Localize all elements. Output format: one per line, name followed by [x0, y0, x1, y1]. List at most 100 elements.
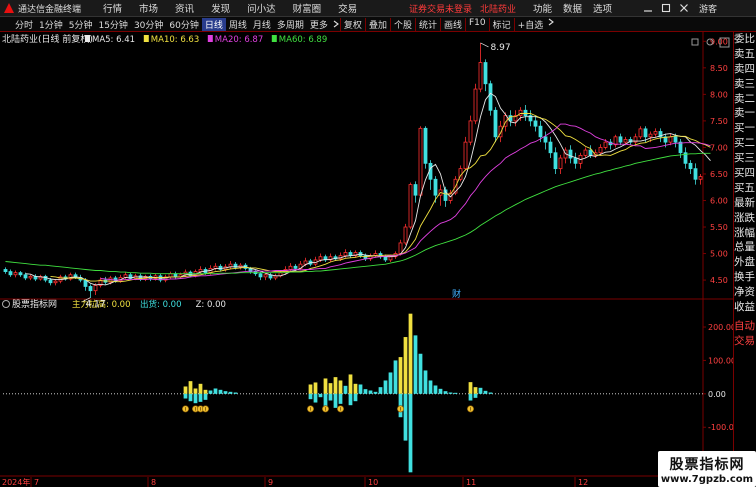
indicator-bar-chuhuo: [433, 385, 438, 394]
candlestick: [313, 256, 318, 267]
x-axis: 2024年 7 8 9 10 11 12: [2, 477, 588, 487]
y-tick-label: 0.00: [708, 390, 726, 399]
tongji-button[interactable]: 统计: [414, 17, 440, 31]
candlestick: [8, 269, 13, 277]
indicator-title[interactable]: 股票指标网: [12, 298, 57, 310]
period-5min[interactable]: 5分钟: [66, 18, 96, 31]
menu-item-shuju[interactable]: 数据: [563, 1, 582, 15]
candlestick: [68, 272, 73, 281]
candlestick: [548, 136, 553, 159]
period-more[interactable]: 更多: [307, 18, 331, 31]
candlestick: [653, 128, 658, 137]
indicator-bar-chuhuo: [348, 393, 353, 406]
diejia-button[interactable]: 叠加: [364, 17, 390, 31]
watermark-url: www.7gpzb.com: [660, 473, 754, 485]
indicator-bar-chuhuo: [218, 389, 223, 394]
indicator-settings-icon[interactable]: [2, 300, 10, 308]
indicator-bar-chuhuo: [443, 391, 448, 394]
menu-item-zixun[interactable]: 资讯: [175, 1, 194, 15]
y-tick-label: 5.00: [710, 250, 728, 259]
candlestick: [468, 115, 473, 146]
period-30min[interactable]: 30分钟: [131, 18, 166, 31]
minimize-icon[interactable]: [643, 3, 653, 13]
period-1min[interactable]: 1分钟: [36, 18, 66, 31]
kline-chart[interactable]: 9.008.508.007.507.006.506.005.505.004.50…: [0, 32, 733, 487]
legend-swatch: [271, 35, 277, 42]
candlestick: [558, 154, 563, 174]
low-price-label: 4.17: [86, 300, 106, 310]
indicator-bar-chuhuo: [313, 393, 318, 403]
period-monthly[interactable]: 月线: [250, 18, 274, 31]
period-15min[interactable]: 15分钟: [95, 18, 130, 31]
candlestick: [413, 181, 418, 203]
indicator-bar-chuhuo: [318, 393, 323, 398]
right-menu: 功能 数据 选项: [533, 1, 623, 15]
indicator-bar-lagao: [193, 388, 198, 394]
biaoji-button[interactable]: 标记: [488, 17, 514, 31]
panel-maximize-icon[interactable]: [691, 38, 699, 46]
chevron-right-icon[interactable]: [332, 20, 340, 28]
menu-item-xuanxiang[interactable]: 选项: [593, 1, 612, 15]
indicator-bar-lagao: [188, 381, 193, 394]
menu-item-shichang[interactable]: 市场: [139, 1, 158, 15]
indicator-legend-item: 出货: 0.00: [140, 299, 182, 310]
app-logo-icon: [4, 3, 14, 13]
indicator-bar-lagao: [353, 383, 358, 394]
candlestick: [613, 134, 618, 148]
coin-marker-icon: [396, 405, 404, 413]
sidebar-item[interactable]: 自动: [734, 319, 756, 334]
candlestick: [213, 263, 218, 271]
user-guest[interactable]: 游客: [699, 2, 717, 15]
indicator-bar-chuhuo: [383, 380, 388, 394]
y-tick-label: 8.00: [710, 90, 728, 99]
sidebar-item: 净资: [734, 286, 755, 299]
login-warning[interactable]: 证券交易未登录: [409, 2, 472, 15]
candlestick: [478, 42, 483, 93]
high-price-label: 8.97: [491, 43, 511, 53]
sidebar-item[interactable]: 交易: [734, 334, 756, 349]
menu-item-hangqing[interactable]: 行情: [103, 1, 122, 15]
coin-marker-icon: [182, 405, 190, 413]
f10-button[interactable]: F10: [465, 17, 489, 31]
y-tick-label: 8.50: [710, 64, 728, 73]
x-tick-label: 9: [268, 478, 273, 487]
candlestick: [328, 253, 333, 263]
close-icon[interactable]: [679, 3, 689, 13]
y-tick-label: 7.50: [710, 117, 728, 126]
toolbar-right: 复权 叠加 个股 统计 画线 F10 标记 +自选: [339, 17, 555, 31]
x-tick-label: 2024年: [2, 477, 30, 487]
candlestick: [573, 152, 578, 169]
main-chart-title: 北陆药业(日线 前复权): [2, 33, 93, 45]
indicator-bar-chuhuo: [453, 392, 458, 394]
indicator-bar-lagao: [328, 383, 333, 394]
sidebar-item: 换手: [734, 271, 755, 284]
period-daily[interactable]: 日线: [201, 17, 226, 31]
menu-item-jiaoyi[interactable]: 交易: [338, 1, 357, 15]
financial-report-marker[interactable]: 财: [452, 288, 461, 300]
candlestick: [483, 59, 488, 92]
indicator-bar-chuhuo: [343, 385, 348, 394]
menu-item-gongneng[interactable]: 功能: [533, 1, 552, 15]
sidebar-item: 买二: [734, 137, 755, 150]
huaxian-button[interactable]: 画线: [439, 17, 465, 31]
candlestick: [38, 274, 43, 281]
menu-item-wenxiaoda[interactable]: 问小达: [247, 1, 276, 15]
sidebar-item: 卖一: [734, 107, 755, 120]
candlestick: [428, 160, 433, 190]
menu-item-faxian[interactable]: 发现: [211, 1, 230, 15]
indicator-bar-lagao: [398, 357, 403, 394]
period-weekly[interactable]: 周线: [226, 18, 250, 31]
candlestick: [58, 274, 63, 284]
period-multi[interactable]: 多周期: [274, 18, 307, 31]
period-fenshi[interactable]: 分时: [12, 18, 36, 31]
period-60min[interactable]: 60分钟: [166, 18, 201, 31]
gegu-button[interactable]: 个股: [389, 17, 415, 31]
candlestick: [273, 273, 278, 281]
candlestick: [688, 160, 693, 174]
login-status: 证券交易未登录 北陆药业: [409, 2, 516, 15]
fuquan-button[interactable]: 复权: [339, 17, 365, 31]
maximize-icon[interactable]: [661, 3, 671, 13]
chevron-right-icon[interactable]: [547, 18, 555, 26]
menu-item-caifuquan[interactable]: 财富圈: [293, 1, 322, 15]
add-watchlist-button[interactable]: +自选: [513, 17, 547, 31]
